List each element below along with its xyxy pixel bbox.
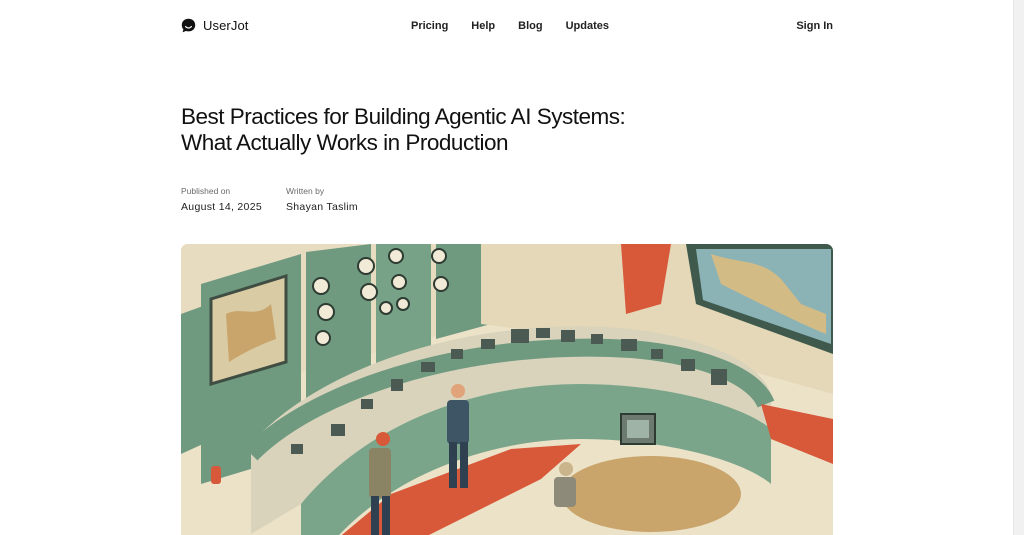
author-name: Shayan Taslim <box>285 201 358 213</box>
article-meta: Published on August 14, 2025 Written by … <box>181 186 358 213</box>
nav-link-help[interactable]: Help <box>471 20 495 32</box>
published-date: August 14, 2025 <box>181 201 262 213</box>
page-scrollbar[interactable] <box>1013 0 1024 535</box>
published-label: Published on <box>181 186 231 196</box>
control-room-illustration <box>181 244 833 535</box>
author-label: Written by <box>285 186 325 196</box>
author-block: Written by Shayan Taslim <box>286 186 358 213</box>
article-title: Best Practices for Building Agentic AI S… <box>181 104 626 155</box>
sign-in-link[interactable]: Sign In <box>796 20 833 32</box>
nav-link-pricing[interactable]: Pricing <box>411 20 448 32</box>
chat-bubble-icon <box>181 18 196 33</box>
nav-link-updates[interactable]: Updates <box>566 20 609 32</box>
nav-link-blog[interactable]: Blog <box>518 20 542 32</box>
hero-image <box>181 244 833 535</box>
brand-name: UserJot <box>203 18 249 33</box>
site-header: UserJot Pricing Help Blog Updates Sign I… <box>181 0 833 55</box>
main-nav: Pricing Help Blog Updates <box>411 20 609 32</box>
published-block: Published on August 14, 2025 <box>181 186 262 213</box>
brand-link[interactable]: UserJot <box>181 18 249 33</box>
